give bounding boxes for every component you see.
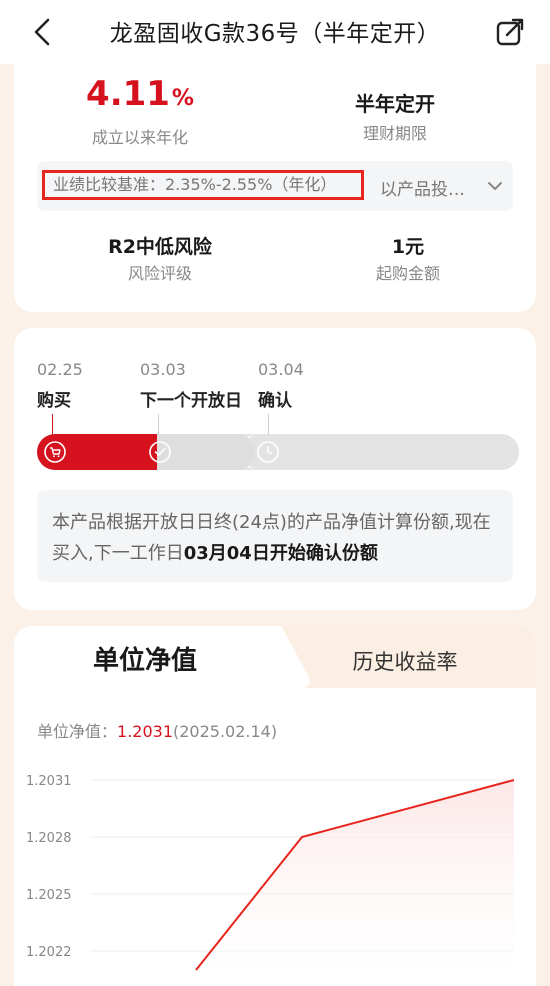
benchmark-text: 业绩比较基准：2.35%-2.55%（年化） xyxy=(42,170,364,200)
benchmark-more-link[interactable]: 以产品投… xyxy=(380,175,465,200)
nav-value: 1.2031 xyxy=(117,722,173,741)
tab-unit-nav[interactable]: 单位净值 xyxy=(40,640,250,677)
y-tick-label: 1.2025 xyxy=(26,888,72,903)
step-open-name: 下一个开放日 xyxy=(140,386,242,411)
confirmation-note: 本产品根据开放日日终(24点)的产品净值计算份额,现在买入,下一工作日03月04… xyxy=(37,490,513,582)
share-icon[interactable] xyxy=(494,16,526,48)
progress-segment-confirm xyxy=(240,434,519,470)
step-confirm-name: 确认 xyxy=(258,386,292,411)
term-value: 半年定开 xyxy=(310,88,480,117)
nav-area-fill xyxy=(196,780,514,976)
page-title: 龙盈固收G款36号（半年定开） xyxy=(80,14,470,48)
y-tick-label: 1.2031 xyxy=(26,774,72,789)
annualized-rate: 4.11% xyxy=(40,74,240,114)
chevron-down-icon[interactable] xyxy=(487,180,503,192)
top-bar: 龙盈固收G款36号（半年定开） xyxy=(0,0,550,64)
step-buy-date: 02.25 xyxy=(37,360,83,379)
step-open-date: 03.03 xyxy=(140,360,186,379)
step-confirm-tick xyxy=(268,414,269,436)
nav-summary: 单位净值：1.2031(2025.02.14) xyxy=(37,718,277,742)
rate-label: 成立以来年化 xyxy=(40,124,240,148)
note-highlight: 03月04日开始确认份额 xyxy=(184,543,378,564)
clock-icon xyxy=(257,441,279,463)
rate-unit: % xyxy=(172,86,194,111)
step-confirm-date: 03.04 xyxy=(258,360,304,379)
min-amount-label: 起购金额 xyxy=(318,260,498,284)
y-tick-label: 1.2028 xyxy=(26,831,72,846)
step-buy-name: 购买 xyxy=(37,386,71,411)
step-open-tick xyxy=(158,414,159,436)
min-amount-value: 1元 xyxy=(318,232,498,259)
rate-value: 4.11 xyxy=(86,74,170,114)
step-buy-tick xyxy=(52,414,53,436)
nav-chart: 1.2031 1.2028 1.2025 1.2022 xyxy=(0,760,550,976)
nav-label: 单位净值： xyxy=(37,722,117,741)
cart-icon xyxy=(44,441,66,463)
tab-history-yield[interactable]: 历史收益率 xyxy=(310,646,500,676)
nav-date: (2025.02.14) xyxy=(173,722,277,741)
risk-value: R2中低风险 xyxy=(60,232,260,259)
y-tick-label: 1.2022 xyxy=(26,945,72,960)
term-label: 理财期限 xyxy=(310,120,480,144)
risk-label: 风险评级 xyxy=(60,260,260,284)
check-circle-icon xyxy=(149,441,171,463)
back-arrow-icon[interactable] xyxy=(28,16,56,48)
